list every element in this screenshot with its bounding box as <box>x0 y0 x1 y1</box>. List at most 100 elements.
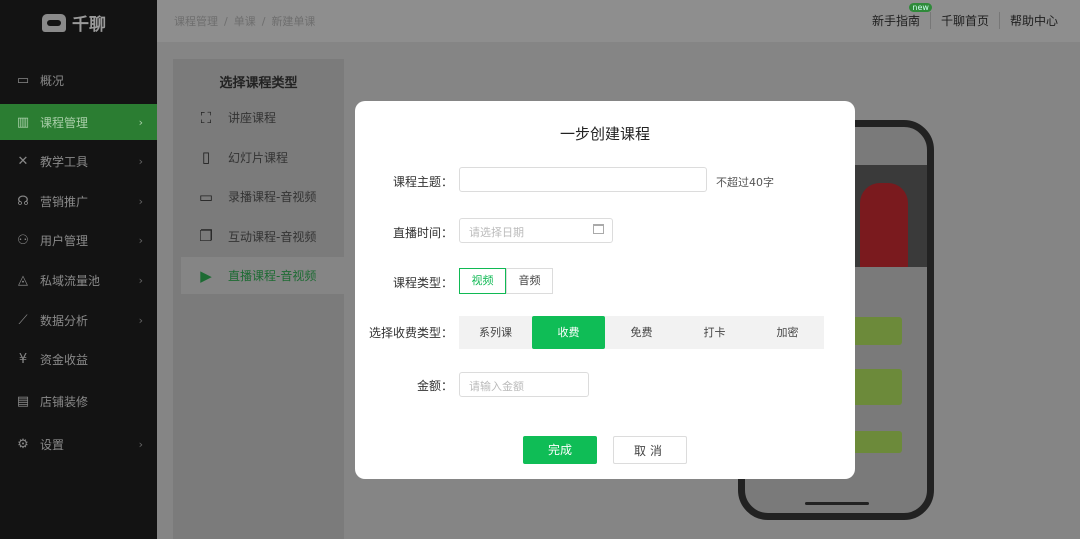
sidebar-item-2[interactable]: ✕ 教学工具 › <box>0 143 157 179</box>
shop-icon: ▤ <box>16 393 30 409</box>
chevron-right-icon: › <box>138 437 143 451</box>
course-type-label: 互动课程-音视频 <box>228 229 317 244</box>
fee-paid[interactable]: 收费 <box>532 316 605 349</box>
course-type-0[interactable]: ⛶ 讲座课程 <box>181 99 344 136</box>
sidebar-item-label: 店铺装修 <box>40 394 89 409</box>
yen-icon: ¥ <box>18 351 28 367</box>
course-type-label: 录播课程-音视频 <box>228 190 317 204</box>
chevron-right-icon: › <box>138 154 143 168</box>
home-link[interactable]: 千聊首页 <box>929 12 999 29</box>
book-icon: ▥ <box>16 114 30 130</box>
course-type-2[interactable]: ▭ 录播课程-音视频 <box>181 178 344 215</box>
chart-icon: ⟋ <box>18 312 28 328</box>
guide-label: 新手指南 <box>871 14 920 28</box>
date-placeholder: 请选择日期 <box>469 226 524 239</box>
sidebar-item-5[interactable]: ◬ 私域流量池 › <box>0 262 157 298</box>
course-type-icon: ❐ <box>199 227 213 245</box>
type-label: 课程类型： <box>392 276 453 290</box>
chat-bubble <box>850 369 902 405</box>
amount-placeholder: 请输入金额 <box>469 380 524 393</box>
chevron-right-icon: › <box>138 313 143 327</box>
fee-checkin[interactable]: 打卡 <box>678 316 751 349</box>
date-picker[interactable]: 请选择日期 <box>459 218 613 243</box>
amount-input[interactable]: 请输入金额 <box>459 372 589 397</box>
sidebar-item-label: 私域流量池 <box>40 273 101 288</box>
sidebar-item-3[interactable]: ☊ 营销推广 › <box>0 183 157 219</box>
fee-series[interactable]: 系列课 <box>459 316 532 349</box>
course-type-1[interactable]: ▯ 幻灯片课程 <box>181 139 344 176</box>
sidebar-item-8[interactable]: ▤ 店铺装修 <box>0 383 157 419</box>
panel-title: 选择课程类型 <box>219 76 298 91</box>
drop-icon: ◬ <box>18 272 28 288</box>
finish-button[interactable]: 完成 <box>523 436 597 464</box>
sidebar-item-label: 概况 <box>40 73 65 88</box>
sidebar-item-label: 用户管理 <box>40 233 89 248</box>
breadcrumb-course-management[interactable]: 课程管理 <box>174 15 218 28</box>
sidebar-item-1[interactable]: ▥ 课程管理 › <box>0 104 157 140</box>
sidebar-item-label: 教学工具 <box>40 154 89 169</box>
chat-bubble <box>850 431 902 453</box>
breadcrumb: 课程管理 / 单课 / 新建单课 <box>174 13 321 29</box>
fee-label: 选择收费类型： <box>368 326 453 340</box>
sidebar-item-0[interactable]: ▭ 概况 <box>0 62 157 98</box>
course-type-4[interactable]: ▶ 直播课程-音视频 <box>181 257 344 294</box>
topic-input[interactable] <box>459 167 707 192</box>
sidebar-item-label: 数据分析 <box>40 313 89 328</box>
topbar: 课程管理 / 单课 / 新建单课 新手指南 new 千聊首页 帮助中心 <box>157 0 1080 42</box>
sidebar-item-7[interactable]: ¥ 资金收益 <box>0 341 157 377</box>
sidebar-item-6[interactable]: ⟋ 数据分析 › <box>0 302 157 338</box>
time-label: 直播时间： <box>392 226 453 240</box>
course-type-icon: ▯ <box>201 148 211 166</box>
monitor-icon: ▭ <box>16 72 30 88</box>
sidebar-item-9[interactable]: ⚙ 设置 › <box>0 426 157 462</box>
type-audio[interactable]: 音频 <box>506 268 553 294</box>
presenter-image <box>860 183 908 267</box>
course-type-label: 直播课程-音视频 <box>228 269 317 283</box>
megaphone-icon: ☊ <box>17 193 29 209</box>
type-video[interactable]: 视频 <box>459 268 506 294</box>
chevron-right-icon: › <box>138 273 143 287</box>
fee-type-selector: 系列课 收费 免费 打卡 加密 <box>459 316 824 349</box>
topic-label: 课程主题： <box>392 175 453 189</box>
course-type-label: 讲座课程 <box>228 111 277 125</box>
new-badge: new <box>909 3 932 12</box>
amount-label: 金额： <box>416 379 453 393</box>
breadcrumb-sep: / <box>261 15 266 28</box>
home-indicator <box>805 502 869 505</box>
course-type-toggle: 视频 音频 <box>459 268 553 294</box>
course-type-icon: ▭ <box>198 187 214 206</box>
sidebar-item-label: 营销推广 <box>40 194 89 209</box>
breadcrumb-single[interactable]: 单课 <box>234 15 256 28</box>
tools-icon: ✕ <box>17 153 29 169</box>
cancel-button[interactable]: 取消 <box>613 436 687 464</box>
sidebar-item-label: 设置 <box>40 437 65 452</box>
dialog-title: 一步创建课程 <box>559 125 650 143</box>
course-type-label: 幻灯片课程 <box>228 150 289 165</box>
chat-bubble <box>850 317 902 345</box>
fee-free[interactable]: 免费 <box>605 316 678 349</box>
guide-link[interactable]: 新手指南 new <box>862 3 932 29</box>
logo[interactable]: 千聊 <box>42 10 106 35</box>
chevron-right-icon: › <box>138 233 143 247</box>
topic-hint: 不超过40字 <box>716 176 774 189</box>
course-type-3[interactable]: ❐ 互动课程-音视频 <box>181 218 344 255</box>
users-icon: ⚇ <box>17 232 29 248</box>
sidebar: 千聊 ▭ 概况 ▥ 课程管理 › ✕ 教学工具 › ☊ 营销推广 › ⚇ 用户管理 › ◬ 私域流量池 › ⟋ 数据… <box>0 0 157 539</box>
course-type-panel: 选择课程类型 ⛶ 讲座课程 ▯ 幻灯片课程 ▭ 录播课程-音视频 ❐ 互动课程-音视频 ▶ 直播课… <box>173 59 344 539</box>
chevron-right-icon: › <box>138 115 143 129</box>
breadcrumb-new-single: 新建单课 <box>271 15 316 28</box>
chevron-right-icon: › <box>138 194 143 208</box>
help-link[interactable]: 帮助中心 <box>998 12 1068 29</box>
brand-name: 千聊 <box>72 15 106 35</box>
sidebar-item-label: 资金收益 <box>40 352 89 367</box>
create-course-dialog: 一步创建课程 课程主题： 不超过40字 直播时间： 请选择日期 课程类型： 视频… <box>355 101 855 479</box>
fee-encrypted[interactable]: 加密 <box>751 316 824 349</box>
logo-mascot-icon <box>42 13 66 32</box>
calendar-icon <box>593 224 604 234</box>
course-type-icon: ▶ <box>200 266 212 285</box>
breadcrumb-sep: / <box>224 15 228 28</box>
gear-icon: ⚙ <box>17 436 29 452</box>
course-type-icon: ⛶ <box>200 108 212 127</box>
sidebar-item-label: 课程管理 <box>40 115 89 130</box>
sidebar-item-4[interactable]: ⚇ 用户管理 › <box>0 222 157 258</box>
